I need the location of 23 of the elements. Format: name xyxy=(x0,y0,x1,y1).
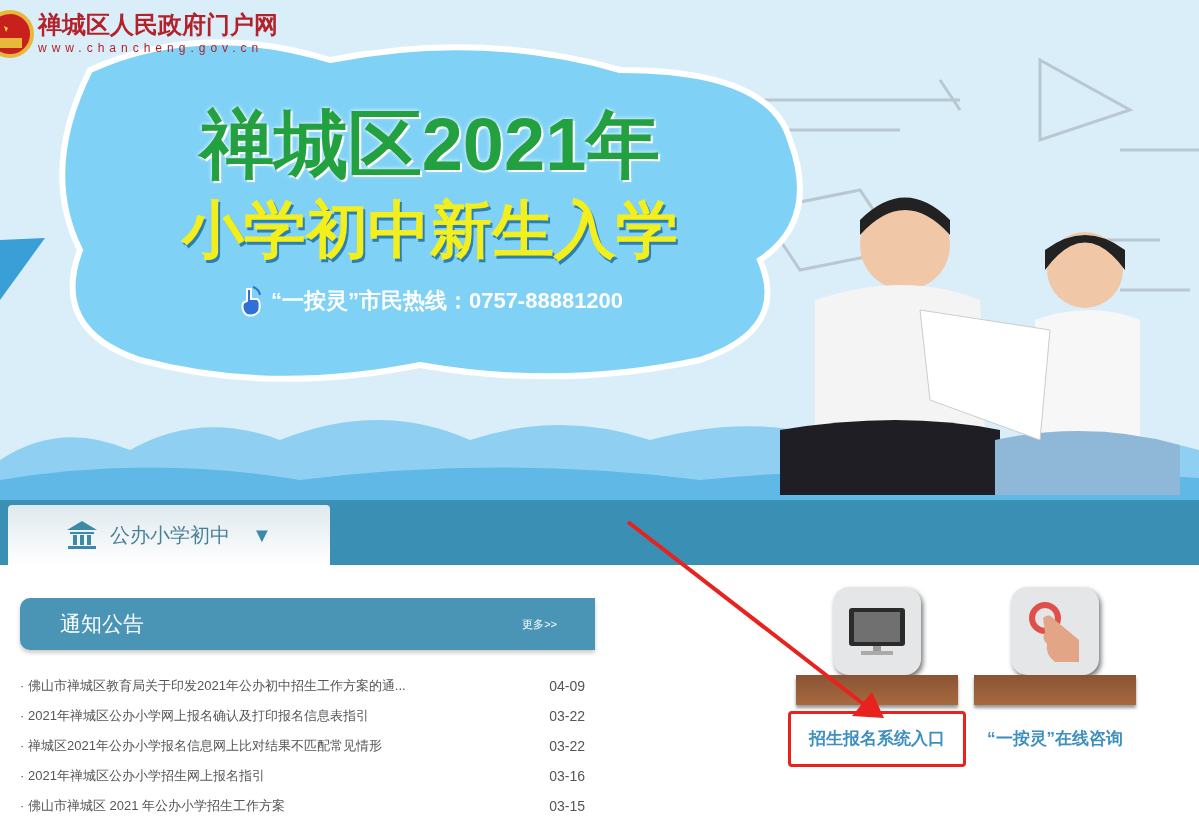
site-url: www.chancheng.gov.cn xyxy=(38,40,265,57)
banner-title: 禅城区2021年 xyxy=(199,102,661,188)
entry-link[interactable]: 招生报名系统入口 xyxy=(788,711,966,767)
bank-icon xyxy=(66,520,99,550)
hotline-text: “一按灵”市民热线：0757-88881200 xyxy=(270,287,624,315)
notice-date: 03-22 xyxy=(549,736,585,756)
notice-link[interactable]: · 2021年禅城区公办小学招生网上报名指引 xyxy=(20,766,265,786)
monitor-icon xyxy=(847,606,907,656)
notice-date: 03-16 xyxy=(549,766,585,786)
banner-subtitle: 小学初中新生入学 xyxy=(182,194,678,266)
notice-date: 03-22 xyxy=(549,706,585,726)
notice-link[interactable]: · 禅城区2021年公办小学报名信息网上比对结果不匹配常见情形 xyxy=(20,736,382,756)
notice-link[interactable]: · 佛山市禅城区教育局关于印发2021年公办初中招生工作方案的通... xyxy=(20,676,406,696)
site-title: 禅城区人民政府门户网 xyxy=(38,11,278,39)
notice-date: 04-09 xyxy=(549,676,585,696)
notice-link[interactable]: · 2021年禅城区公办小学网上报名确认及打印报名信息表指引 xyxy=(20,706,369,726)
entry-tile[interactable] xyxy=(1011,587,1099,675)
entry-tile[interactable] xyxy=(833,587,921,675)
entry-link[interactable]: “一按灵”在线咨询 xyxy=(983,711,1127,767)
notice-date: 03-15 xyxy=(549,796,585,816)
notice-link[interactable]: · 佛山市禅城区 2021 年公办小学招生工作方案 xyxy=(20,796,286,816)
section-title: 通知公告 xyxy=(60,611,144,638)
category-tab[interactable]: 公办小学初中 ▼ xyxy=(8,505,330,565)
